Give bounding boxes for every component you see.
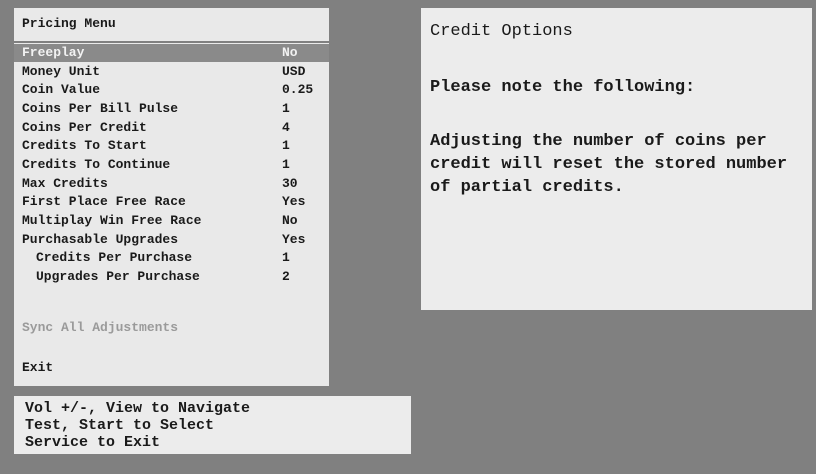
help-line-select: Test, Start to Select: [25, 417, 215, 434]
menu-item-label: Credits To Continue: [22, 157, 171, 172]
menu-item-credits-per-purchase[interactable]: Credits Per Purchase 1: [14, 249, 329, 267]
menu-item-value: 0.25: [282, 82, 314, 97]
menu-item-label: Sync All Adjustments: [22, 320, 179, 335]
navigation-help-panel: Vol +/-, View to Navigate Test, Start to…: [14, 396, 411, 454]
menu-item-multiplay-win-free-race[interactable]: Multiplay Win Free Race No: [14, 212, 329, 230]
help-line-exit: Service to Exit: [25, 434, 161, 451]
menu-item-label: Upgrades Per Purchase: [36, 269, 200, 284]
menu-item-label: Coin Value: [22, 82, 101, 97]
menu-item-label: Credits Per Purchase: [36, 250, 193, 265]
menu-item-label: Freeplay: [22, 45, 85, 60]
menu-item-label: Coins Per Bill Pulse: [22, 101, 179, 116]
menu-title: Pricing Menu: [22, 16, 116, 31]
menu-item-credits-to-continue[interactable]: Credits To Continue 1: [14, 156, 329, 174]
menu-item-value: USD: [282, 64, 306, 79]
credit-options-info-panel: Credit Options Please note the following…: [421, 8, 812, 310]
menu-item-value: 4: [282, 120, 290, 135]
menu-item-freeplay[interactable]: Freeplay No: [14, 44, 329, 62]
menu-item-exit[interactable]: Exit: [14, 359, 329, 377]
menu-item-label: Money Unit: [22, 64, 101, 79]
menu-item-label: First Place Free Race: [22, 194, 186, 209]
menu-item-value: Yes: [282, 194, 306, 209]
menu-item-sync-all-adjustments: Sync All Adjustments: [14, 319, 329, 337]
menu-item-value: 1: [282, 157, 290, 172]
help-line-navigate: Vol +/-, View to Navigate: [25, 400, 251, 417]
menu-item-coins-per-credit[interactable]: Coins Per Credit 4: [14, 119, 329, 137]
menu-item-value: 1: [282, 250, 290, 265]
menu-divider: [14, 41, 329, 43]
pricing-menu-panel: Pricing Menu Freeplay No Money Unit USD …: [14, 8, 329, 386]
menu-item-first-place-free-race[interactable]: First Place Free Race Yes: [14, 193, 329, 211]
menu-item-value: 1: [282, 138, 290, 153]
menu-item-label: Coins Per Credit: [22, 120, 147, 135]
menu-item-label: Exit: [22, 360, 54, 375]
menu-item-label: Credits To Start: [22, 138, 147, 153]
menu-item-coins-per-bill-pulse[interactable]: Coins Per Bill Pulse 1: [14, 100, 329, 118]
menu-item-upgrades-per-purchase[interactable]: Upgrades Per Purchase 2: [14, 268, 329, 286]
menu-item-value: No: [282, 45, 298, 60]
menu-item-value: 2: [282, 269, 290, 284]
menu-item-max-credits[interactable]: Max Credits 30: [14, 175, 329, 193]
info-heading: Please note the following:: [430, 78, 696, 97]
menu-item-value: Yes: [282, 232, 306, 247]
info-body: Adjusting the number of coins per credit…: [430, 132, 788, 197]
menu-item-credits-to-start[interactable]: Credits To Start 1: [14, 137, 329, 155]
menu-item-value: 30: [282, 176, 298, 191]
menu-item-money-unit[interactable]: Money Unit USD: [14, 63, 329, 81]
menu-item-label: Purchasable Upgrades: [22, 232, 179, 247]
menu-item-value: 1: [282, 101, 290, 116]
menu-item-purchasable-upgrades[interactable]: Purchasable Upgrades Yes: [14, 231, 329, 249]
info-title: Credit Options: [430, 22, 573, 41]
menu-item-value: No: [282, 213, 298, 228]
menu-item-label: Multiplay Win Free Race: [22, 213, 202, 228]
menu-item-label: Max Credits: [22, 176, 108, 191]
menu-item-coin-value[interactable]: Coin Value 0.25: [14, 81, 329, 99]
